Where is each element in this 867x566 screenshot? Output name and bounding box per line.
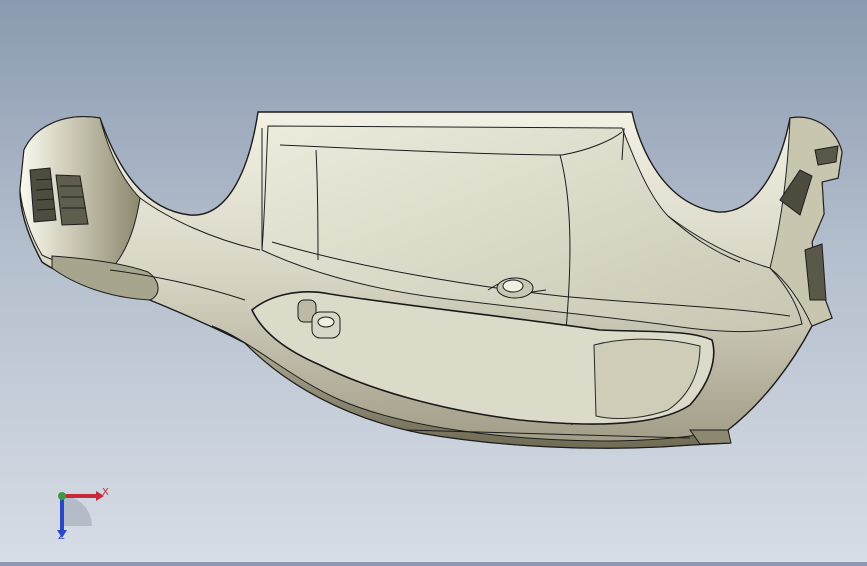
z-axis-label: Z: [58, 531, 65, 542]
y-axis-dot: [58, 492, 66, 500]
triad-shadow: [62, 496, 92, 526]
x-axis-label: X: [102, 487, 109, 498]
coordinate-triad: X Z: [48, 480, 118, 550]
cad-model-bumper[interactable]: [0, 0, 867, 562]
graphics-viewport[interactable]: X Z: [0, 0, 867, 562]
